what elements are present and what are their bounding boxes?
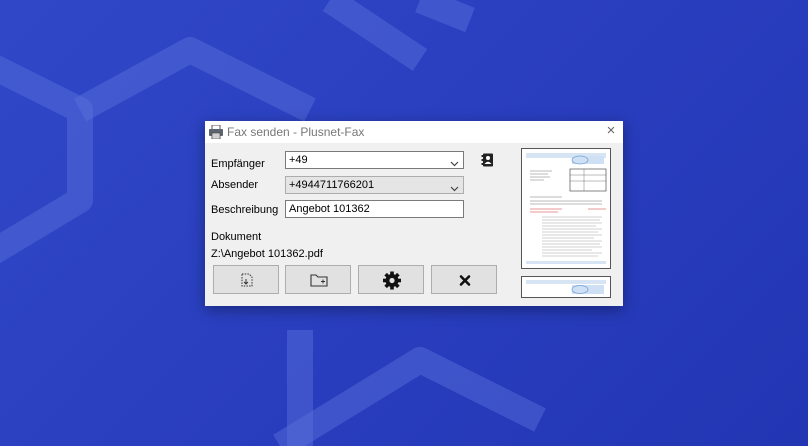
sender-label: Absender [211, 179, 259, 191]
sender-value: +4944711766201 [289, 179, 375, 191]
recipient-combobox[interactable]: +49 [285, 151, 464, 169]
chevron-down-icon[interactable] [450, 156, 459, 172]
open-file-button[interactable] [285, 265, 351, 294]
close-x-icon [459, 275, 471, 286]
recipient-label: Empfänger [211, 158, 265, 170]
description-value: Angebot 101362 [289, 203, 370, 215]
cancel-button[interactable] [431, 265, 497, 294]
document-thumbnail [526, 280, 606, 294]
description-input[interactable]: Angebot 101362 [285, 200, 464, 218]
page-preview-2[interactable] [521, 276, 611, 298]
window-title: Fax senden - Plusnet-Fax [227, 125, 365, 139]
document-path: Z:\Angebot 101362.pdf [211, 248, 323, 260]
fax-dialog: Fax senden - Plusnet-Fax × Empfänger +49… [205, 121, 623, 306]
address-book-icon [481, 153, 493, 167]
title-bar: Fax senden - Plusnet-Fax × [205, 121, 623, 143]
page-preview-1[interactable] [521, 148, 611, 269]
close-window-button[interactable]: × [603, 123, 619, 139]
gear-icon [383, 271, 401, 290]
sender-combobox[interactable]: +4944711766201 [285, 176, 464, 194]
fax-printer-icon [208, 124, 224, 144]
open-folder-icon [310, 274, 328, 287]
document-label: Dokument [211, 231, 262, 243]
document-thumbnail [526, 153, 607, 264]
description-label: Beschreibung [211, 204, 279, 216]
recipient-value: +49 [289, 154, 308, 166]
scan-button[interactable] [213, 265, 279, 294]
settings-button[interactable] [358, 265, 424, 294]
chevron-down-icon[interactable] [450, 181, 459, 197]
scan-document-icon [241, 273, 253, 287]
address-book-button[interactable] [481, 153, 495, 167]
